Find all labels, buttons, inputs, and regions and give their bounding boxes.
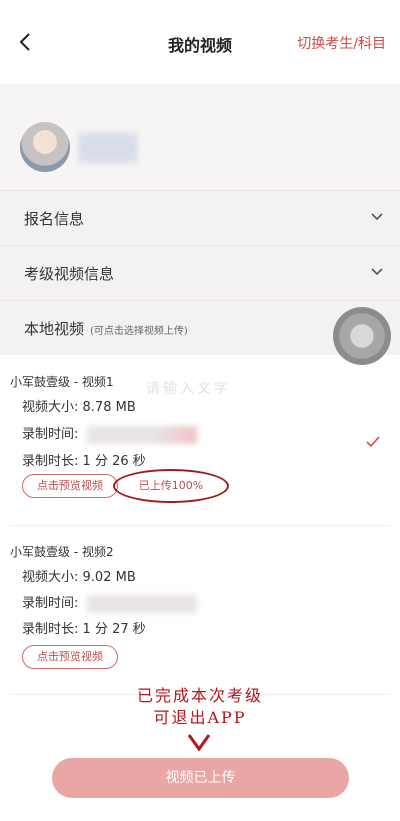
video-size-row: 视频大小: 8.78 MB xyxy=(22,396,136,415)
duration-value: 1 分 26 秒 xyxy=(82,454,146,469)
size-label: 视频大小: xyxy=(22,570,79,585)
section-label: 本地视频 (可点击选择视频上传) xyxy=(24,318,188,339)
blurred-timestamp xyxy=(86,594,197,613)
time-label: 录制时间: xyxy=(22,427,79,442)
section-title: 本地视频 xyxy=(24,320,85,338)
arrow-down-icon xyxy=(187,734,211,752)
size-value: 9.02 MB xyxy=(82,570,136,585)
switch-examinee-button[interactable]: 切换考生/科目 xyxy=(297,33,386,53)
annotation-line-1: 已完成本次考级 xyxy=(136,686,263,705)
chevron-down-icon xyxy=(371,213,383,221)
section-hint: (可点击选择视频上传) xyxy=(90,326,188,337)
video-title: 小军鼓壹级 - 视频1 xyxy=(10,375,114,389)
section-label: 考级视频信息 xyxy=(24,265,115,283)
divider xyxy=(10,525,390,526)
duration-label: 录制时长: xyxy=(22,622,79,637)
red-circle-annotation xyxy=(113,469,229,503)
avatar xyxy=(20,122,70,172)
blurred-username xyxy=(78,133,138,163)
section-label: 报名信息 xyxy=(24,210,85,228)
duration-label: 录制时长: xyxy=(22,454,79,469)
preview-video-button[interactable]: 点击预览视频 xyxy=(22,645,118,669)
chevron-down-icon xyxy=(371,268,383,276)
duration-value: 1 分 27 秒 xyxy=(82,622,146,637)
video-uploaded-button[interactable]: 视频已上传 xyxy=(52,758,349,798)
video-size-row: 视频大小: 9.02 MB xyxy=(22,566,136,585)
watermark-text: 请输入文字 xyxy=(146,381,231,397)
assistive-touch-button[interactable] xyxy=(333,307,391,365)
size-value: 8.78 MB xyxy=(82,400,136,415)
video-title: 小军鼓壹级 - 视频2 xyxy=(10,545,114,559)
blurred-timestamp xyxy=(86,425,197,444)
preview-video-button[interactable]: 点击预览视频 xyxy=(22,474,118,498)
video-duration-row: 录制时长: 1 分 26 秒 xyxy=(22,450,146,469)
annotation-line-2: 可退出APP xyxy=(153,708,247,727)
time-label: 录制时间: xyxy=(22,596,79,611)
section-exam-video-info[interactable]: 考级视频信息 xyxy=(0,245,400,300)
section-registration-info[interactable]: 报名信息 xyxy=(0,190,400,245)
video-duration-row: 录制时长: 1 分 27 秒 xyxy=(22,618,146,637)
size-label: 视频大小: xyxy=(22,400,79,415)
check-icon xyxy=(366,436,380,448)
video-time-row: 录制时间: xyxy=(22,423,197,444)
video-time-row: 录制时间: xyxy=(22,592,197,613)
top-nav: 我的视频 切换考生/科目 xyxy=(0,0,400,84)
